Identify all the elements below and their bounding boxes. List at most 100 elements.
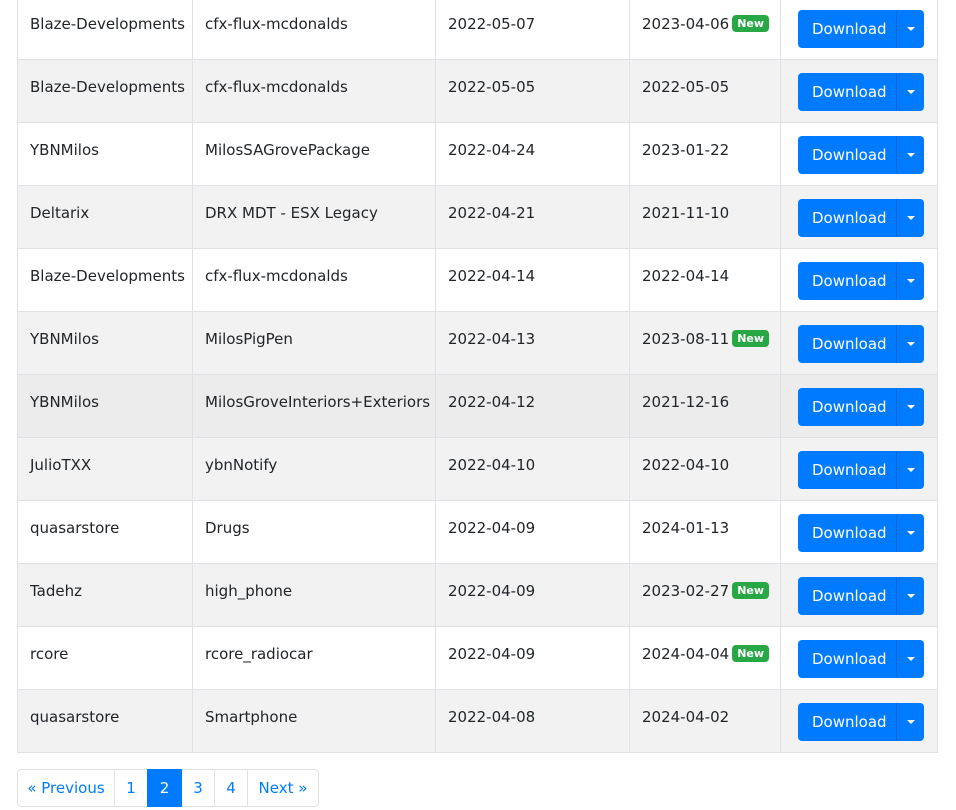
updated-cell: 2021-12-16	[629, 374, 781, 438]
download-button[interactable]: Download	[798, 262, 896, 300]
new-badge: New	[732, 582, 770, 599]
table-row: quasarstore Smartphone 2022-04-08 2024-0…	[17, 689, 938, 753]
updated-date: 2022-04-14	[642, 267, 730, 285]
resource-cell: MilosGroveInteriors+Exteriors	[192, 374, 436, 438]
download-button-group: Download	[798, 640, 924, 678]
author-name: Blaze-Developments	[30, 78, 185, 96]
updated-date: 2023-04-06	[642, 15, 730, 33]
updated-date: 2023-08-11	[642, 330, 730, 348]
download-button[interactable]: Download	[798, 640, 896, 678]
caret-down-icon	[906, 27, 915, 31]
resource-cell: DRX MDT - ESX Legacy	[192, 185, 436, 249]
download-button[interactable]: Download	[798, 577, 896, 615]
updated-cell: 2022-05-05	[629, 59, 781, 123]
author-name: Deltarix	[30, 204, 90, 222]
pagination-next[interactable]: Next »	[247, 769, 319, 807]
new-badge: New	[732, 645, 770, 662]
pagination-page-4[interactable]: 4	[214, 769, 248, 807]
author-cell: quasarstore	[17, 500, 193, 564]
table-row: Blaze-Developments cfx-flux-mcdonalds 20…	[17, 248, 938, 312]
download-options-toggle[interactable]	[896, 199, 924, 237]
created-cell: 2022-04-13	[435, 311, 630, 375]
updated-cell: 2023-02-27 New	[629, 563, 781, 627]
resource-cell: cfx-flux-mcdonalds	[192, 59, 436, 123]
new-badge: New	[732, 15, 770, 32]
table-row: Deltarix DRX MDT - ESX Legacy 2022-04-21…	[17, 185, 938, 249]
action-cell: Download	[780, 0, 938, 60]
table-row: JulioTXX ybnNotify 2022-04-10 2022-04-10…	[17, 437, 938, 501]
caret-down-icon	[906, 342, 915, 346]
download-options-toggle[interactable]	[896, 577, 924, 615]
pagination-page-2[interactable]: 2	[147, 769, 182, 807]
pagination-page-3[interactable]: 3	[181, 769, 215, 807]
download-options-toggle[interactable]	[896, 262, 924, 300]
download-button[interactable]: Download	[798, 703, 896, 741]
caret-down-icon	[906, 279, 915, 283]
download-options-toggle[interactable]	[896, 703, 924, 741]
caret-down-icon	[906, 531, 915, 535]
download-button[interactable]: Download	[798, 10, 896, 48]
author-name: YBNMilos	[30, 393, 99, 411]
resource-cell: rcore_radiocar	[192, 626, 436, 690]
table-row: rcore rcore_radiocar 2022-04-09 2024-04-…	[17, 626, 938, 690]
author-name: YBNMilos	[30, 330, 99, 348]
table-row: Blaze-Developments cfx-flux-mcdonalds 20…	[17, 0, 938, 60]
download-options-toggle[interactable]	[896, 10, 924, 48]
download-button[interactable]: Download	[798, 325, 896, 363]
resource-cell: high_phone	[192, 563, 436, 627]
created-date: 2022-04-21	[448, 204, 536, 222]
author-name: Blaze-Developments	[30, 15, 185, 33]
caret-down-icon	[906, 90, 915, 94]
caret-down-icon	[906, 216, 915, 220]
resource-cell: Drugs	[192, 500, 436, 564]
pagination-page-1[interactable]: 1	[114, 769, 148, 807]
created-cell: 2022-04-21	[435, 185, 630, 249]
created-date: 2022-04-12	[448, 393, 536, 411]
created-date: 2022-04-09	[448, 582, 536, 600]
resource-name: MilosSAGrovePackage	[205, 141, 370, 159]
updated-cell: 2024-01-13	[629, 500, 781, 564]
resource-name: ybnNotify	[205, 456, 278, 474]
download-button[interactable]: Download	[798, 199, 896, 237]
created-date: 2022-04-08	[448, 708, 536, 726]
updated-cell: 2023-01-22	[629, 122, 781, 186]
updated-date: 2024-04-02	[642, 708, 730, 726]
author-cell: Blaze-Developments	[17, 248, 193, 312]
resource-name: high_phone	[205, 582, 293, 600]
author-name: rcore	[30, 645, 69, 663]
download-options-toggle[interactable]	[896, 514, 924, 552]
download-button[interactable]: Download	[798, 73, 896, 111]
download-button[interactable]: Download	[798, 388, 896, 426]
download-button-group: Download	[798, 262, 924, 300]
pagination-previous[interactable]: « Previous	[17, 769, 115, 807]
action-cell: Download	[780, 563, 938, 627]
action-cell: Download	[780, 185, 938, 249]
download-button-group: Download	[798, 325, 924, 363]
resource-cell: cfx-flux-mcdonalds	[192, 248, 436, 312]
action-cell: Download	[780, 374, 938, 438]
download-options-toggle[interactable]	[896, 388, 924, 426]
author-cell: Deltarix	[17, 185, 193, 249]
table-row: Tadehz high_phone 2022-04-09 2023-02-27 N…	[17, 563, 938, 627]
download-options-toggle[interactable]	[896, 325, 924, 363]
resource-name: DRX MDT - ESX Legacy	[205, 204, 378, 222]
created-cell: 2022-04-09	[435, 626, 630, 690]
updated-date: 2021-11-10	[642, 204, 730, 222]
download-options-toggle[interactable]	[896, 451, 924, 489]
updated-date: 2024-01-13	[642, 519, 730, 537]
download-button[interactable]: Download	[798, 514, 896, 552]
download-button[interactable]: Download	[798, 451, 896, 489]
updated-cell: 2023-04-06 New	[629, 0, 781, 60]
download-options-toggle[interactable]	[896, 640, 924, 678]
created-cell: 2022-04-10	[435, 437, 630, 501]
resource-name: cfx-flux-mcdonalds	[205, 15, 348, 33]
updated-cell: 2022-04-14	[629, 248, 781, 312]
download-button-group: Download	[798, 451, 924, 489]
created-cell: 2022-04-24	[435, 122, 630, 186]
download-options-toggle[interactable]	[896, 73, 924, 111]
updated-date: 2022-04-10	[642, 456, 730, 474]
created-date: 2022-04-14	[448, 267, 536, 285]
download-button[interactable]: Download	[798, 136, 896, 174]
action-cell: Download	[780, 626, 938, 690]
download-options-toggle[interactable]	[896, 136, 924, 174]
